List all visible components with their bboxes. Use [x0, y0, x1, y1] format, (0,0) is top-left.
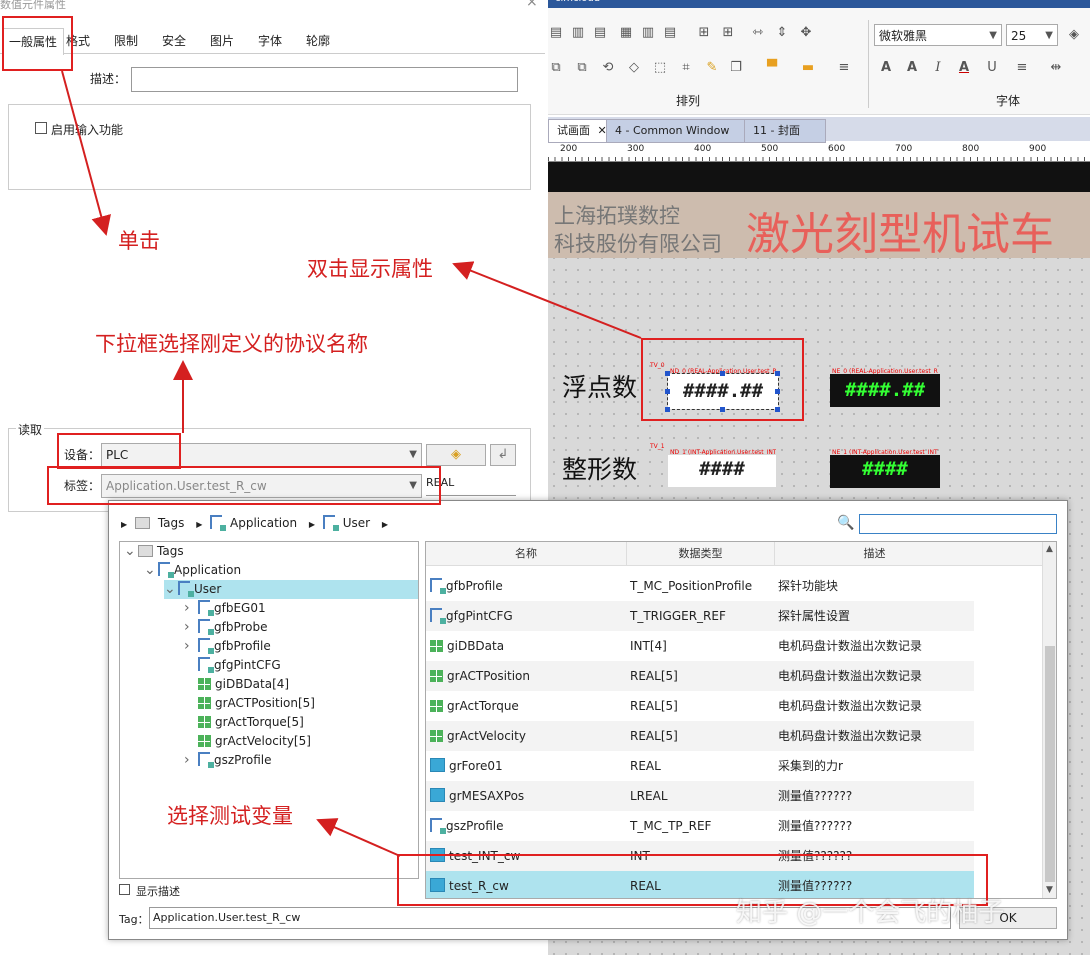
- arrow-to-click: [61, 70, 111, 236]
- annotation-arrows: [61, 70, 642, 857]
- arrow-to-select: [316, 818, 401, 857]
- watermark: 知乎 @一个会飞的柚子: [736, 898, 1005, 928]
- arrow-to-double-click: [452, 261, 642, 339]
